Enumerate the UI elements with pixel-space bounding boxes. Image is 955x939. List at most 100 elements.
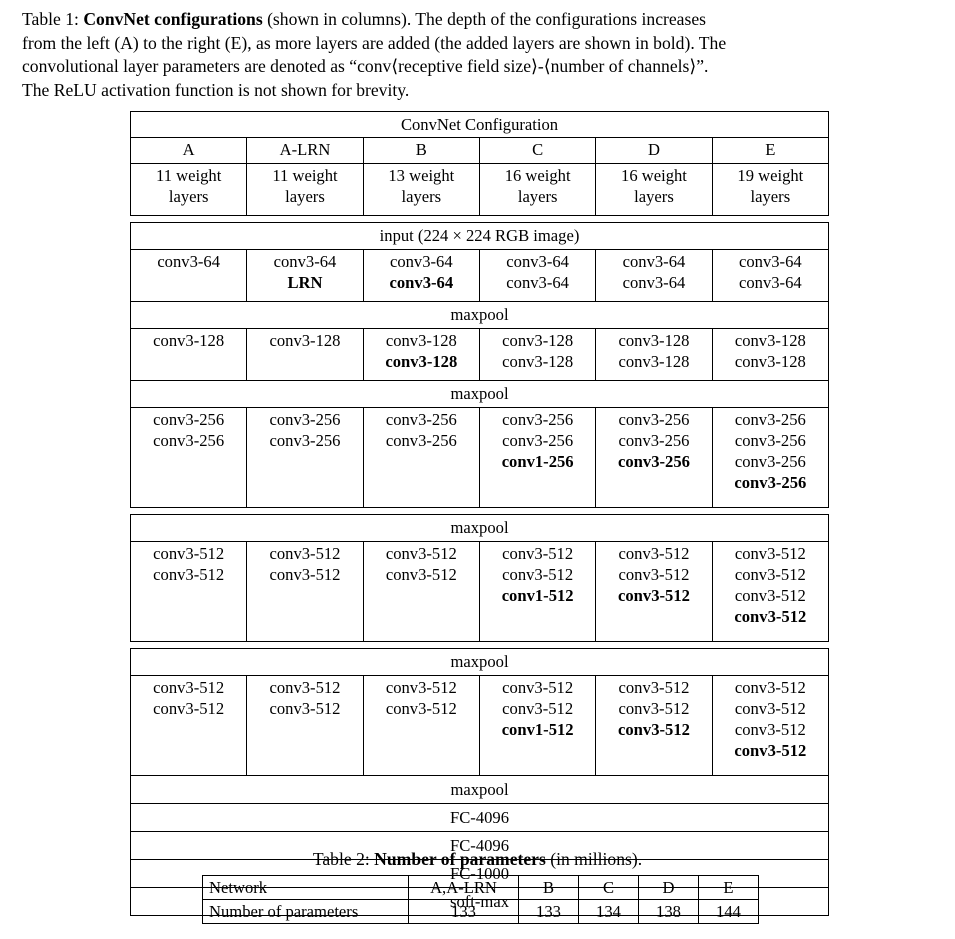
table2-wrapper: Network A,A-LRN B C D E Number of parame… bbox=[202, 875, 759, 924]
table-row-depths: 11 weight layers 11 weight layers 13 weigh… bbox=[129, 163, 830, 216]
layer-label: conv3-512 bbox=[734, 607, 807, 626]
block256-col-a-lrn: conv3-256 conv3-256 bbox=[246, 407, 364, 508]
t2-params-c: 134 bbox=[578, 899, 639, 924]
layer-label: conv1-512 bbox=[501, 720, 574, 739]
table-row-maxpool-1: maxpool bbox=[129, 301, 830, 329]
layer-label: conv3-128 bbox=[734, 352, 806, 371]
block512a-col-d: conv3-512 conv3-512 conv3-512 bbox=[595, 541, 713, 642]
layer-label: conv3-512 bbox=[269, 699, 341, 718]
layer-label: conv3-128 bbox=[153, 331, 225, 350]
layer-label: conv1-512 bbox=[501, 586, 574, 605]
table1-caption-prefix: Table 1: bbox=[22, 9, 84, 29]
block128-col-e: conv3-128 conv3-128 bbox=[711, 328, 830, 381]
layer-label: conv3-512 bbox=[385, 544, 457, 563]
config-name-a: A bbox=[129, 137, 248, 164]
layer-label: conv3-64 bbox=[739, 252, 802, 271]
block128-col-b: conv3-128 conv3-128 bbox=[362, 328, 480, 381]
block512b-col-b: conv3-512 conv3-512 bbox=[362, 675, 480, 776]
layer-label: conv3-64 bbox=[506, 273, 569, 292]
layer-label: conv3-512 bbox=[618, 544, 690, 563]
block512a-col-a: conv3-512 conv3-512 bbox=[129, 541, 248, 642]
layer-label: conv3-256 bbox=[734, 410, 806, 429]
layer-label: conv3-64 bbox=[389, 252, 453, 271]
depth-e: 19 weight layers bbox=[711, 163, 830, 216]
layer-label: conv3-64 bbox=[273, 252, 337, 271]
block512a-col-e: conv3-512 conv3-512 conv3-512 conv3-512 bbox=[711, 541, 830, 642]
block64-col-d: conv3-64 conv3-64 bbox=[595, 249, 713, 302]
table-spacer-1 bbox=[131, 216, 829, 223]
layer-label: conv3-256 bbox=[618, 431, 690, 450]
layer-label: conv3-512 bbox=[734, 699, 806, 718]
t2-header-b: B bbox=[518, 875, 579, 900]
layer-label: conv3-64 bbox=[622, 252, 686, 271]
table-row-block64: conv3-64 conv3-64 LRN conv3-64 conv3-64 co… bbox=[129, 249, 830, 302]
input-row: input (224 × 224 RGB image) bbox=[129, 222, 830, 250]
table-row-maxpool-2: maxpool bbox=[129, 380, 830, 408]
layer-label: conv3-512 bbox=[502, 544, 574, 563]
layer-label: conv3-512 bbox=[734, 720, 806, 739]
layer-label: conv3-512 bbox=[269, 565, 341, 584]
block64-col-e: conv3-64 conv3-64 bbox=[711, 249, 830, 302]
layer-label: conv3-256 bbox=[618, 452, 690, 471]
table-row-input: input (224 × 224 RGB image) bbox=[129, 222, 830, 250]
block64-col-a: conv3-64 bbox=[129, 249, 248, 302]
table1-caption-line-3: convolutional layer parameters are denot… bbox=[22, 56, 709, 77]
convnet-configurations-table: ConvNet Configuration A A-LRN B C D E 11… bbox=[129, 111, 830, 916]
maxpool-row-4: maxpool bbox=[129, 648, 830, 676]
table1-caption-rest: (shown in columns). The depth of the con… bbox=[262, 9, 706, 29]
maxpool-row-1: maxpool bbox=[129, 301, 830, 329]
layer-label: conv3-128 bbox=[734, 331, 806, 350]
layer-label: conv3-256 bbox=[618, 410, 690, 429]
table2-caption-bold: Number of parameters bbox=[374, 849, 546, 869]
layer-label: conv3-512 bbox=[269, 678, 341, 697]
block128-col-d: conv3-128 conv3-128 bbox=[595, 328, 713, 381]
config-name-b: B bbox=[362, 137, 480, 164]
t2-header-network: Network bbox=[202, 875, 409, 900]
table-row-params: Number of parameters 133 133 134 138 144 bbox=[202, 899, 759, 924]
layer-label: conv3-256 bbox=[385, 431, 457, 450]
block512b-col-d: conv3-512 conv3-512 conv3-512 bbox=[595, 675, 713, 776]
t2-header-d: D bbox=[638, 875, 699, 900]
layer-label: conv3-256 bbox=[153, 431, 225, 450]
table1-caption: Table 1: ConvNet configurations (shown i… bbox=[22, 8, 934, 102]
block256-col-a: conv3-256 conv3-256 bbox=[129, 407, 248, 508]
t2-params-e: 144 bbox=[698, 899, 759, 924]
table1-caption-line-1: Table 1: ConvNet configurations (shown i… bbox=[22, 8, 934, 32]
table-spacer-3 bbox=[131, 642, 829, 649]
block64-col-a-lrn: conv3-64 LRN bbox=[246, 249, 364, 302]
maxpool-row-5: maxpool bbox=[129, 775, 830, 804]
layer-label: conv3-256 bbox=[269, 431, 341, 450]
layer-label: conv3-64 bbox=[506, 252, 569, 271]
block256-col-d: conv3-256 conv3-256 conv3-256 bbox=[595, 407, 713, 508]
depth-b: 13 weight layers bbox=[362, 163, 480, 216]
block512b-col-a: conv3-512 conv3-512 bbox=[129, 675, 248, 776]
config-name-d: D bbox=[595, 137, 713, 164]
layer-label: conv3-256 bbox=[269, 410, 341, 429]
layer-label: conv3-512 bbox=[618, 565, 690, 584]
layer-label: conv3-512 bbox=[153, 699, 225, 718]
layer-label: conv3-256 bbox=[385, 410, 457, 429]
table-row-config-names: A A-LRN B C D E bbox=[129, 137, 830, 164]
layer-label: conv3-128 bbox=[618, 331, 690, 350]
layer-label: conv3-512 bbox=[734, 741, 807, 760]
block128-col-a: conv3-128 bbox=[129, 328, 248, 381]
layer-label: conv3-256 bbox=[734, 473, 807, 492]
fc-4096-row-1: FC-4096 bbox=[129, 803, 830, 832]
maxpool-row-2: maxpool bbox=[129, 380, 830, 408]
block256-col-b: conv3-256 conv3-256 bbox=[362, 407, 480, 508]
layer-label: conv3-512 bbox=[734, 586, 806, 605]
layer-label: conv1-256 bbox=[501, 452, 574, 471]
layer-label: LRN bbox=[287, 273, 323, 292]
layer-label: conv3-128 bbox=[618, 352, 690, 371]
layer-label: conv3-64 bbox=[389, 273, 454, 292]
layer-label: conv3-64 bbox=[739, 273, 802, 292]
table-spacer-2 bbox=[131, 508, 829, 515]
layer-label: conv3-256 bbox=[502, 410, 574, 429]
number-of-parameters-table: Network A,A-LRN B C D E Number of parame… bbox=[202, 875, 759, 924]
table2-caption-prefix: Table 2: bbox=[312, 849, 375, 869]
layer-label: conv3-512 bbox=[153, 565, 225, 584]
table2-caption-rest: (in millions). bbox=[545, 849, 643, 869]
t2-header-c: C bbox=[578, 875, 639, 900]
table-row-header: Network A,A-LRN B C D E bbox=[202, 875, 759, 900]
block256-col-c: conv3-256 conv3-256 conv1-256 bbox=[478, 407, 597, 508]
